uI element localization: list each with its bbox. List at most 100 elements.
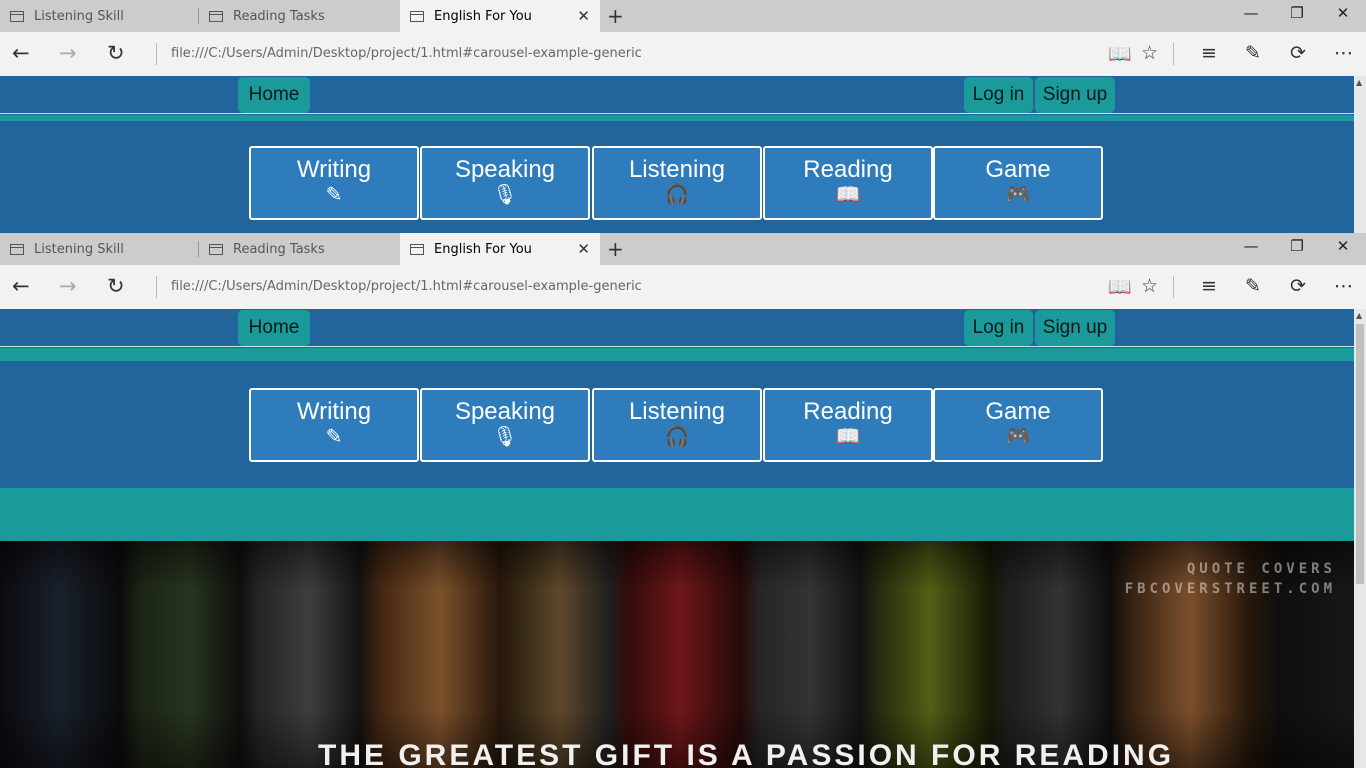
hub-icon[interactable]: ≡ [1201,275,1217,297]
skill-reading-button[interactable]: Reading 📖 [763,388,933,462]
url-field[interactable]: file:///C:/Users/Admin/Desktop/project/1… [171,279,642,294]
web-note-icon[interactable]: ✎ [1245,42,1261,64]
watermark-line: QUOTE COVERS [1186,561,1336,577]
new-tab-icon[interactable]: + [607,4,624,28]
toolbar-divider [1173,43,1174,65]
back-icon[interactable]: ← [12,41,30,65]
home-link[interactable]: Home [238,310,310,346]
close-icon[interactable]: ✕ [1333,237,1353,255]
skill-listening-button[interactable]: Listening 🎧 [592,388,762,462]
tab-listening-skill[interactable]: Listening Skill [0,0,199,32]
gamepad-icon: 🎮 [1005,426,1031,448]
tab-bar: Listening Skill Reading Tasks English Fo… [0,233,1366,265]
signup-link[interactable]: Sign up [1035,310,1115,346]
login-link[interactable]: Log in [964,77,1033,113]
pencil-icon: ✎ [325,426,343,448]
skill-game-button[interactable]: Game 🎮 [933,388,1103,462]
carousel-slide[interactable]: QUOTE COVERS FBCOVERSTREET.COM THE GREAT… [0,541,1354,768]
new-tab-icon[interactable]: + [607,237,624,261]
page-icon [410,243,424,255]
watermark: QUOTE COVERS FBCOVERSTREET.COM [1125,559,1336,599]
favorite-star-icon[interactable]: ☆ [1141,275,1158,297]
share-icon[interactable]: ⟳ [1290,275,1306,297]
reading-view-icon[interactable]: 📖 [1108,275,1132,298]
site-navbar: Home Log in Sign up [0,309,1354,347]
skill-label: Speaking [454,156,556,183]
scroll-up-icon[interactable]: ▲ [1356,311,1362,320]
tab-label: English For You [434,241,532,257]
close-icon[interactable]: ✕ [1333,4,1353,22]
microphone-icon: 🎙 [492,184,518,206]
tab-label: English For You [434,8,532,24]
page-icon [410,10,424,22]
forward-icon[interactable]: → [59,41,77,65]
address-bar: ← → ↻ file:///C:/Users/Admin/Desktop/pro… [0,265,1366,309]
skill-writing-button[interactable]: Writing ✎ [249,388,419,462]
skill-label: Listening [628,398,726,425]
signup-link[interactable]: Sign up [1035,77,1115,113]
headphones-icon: 🎧 [664,184,690,206]
home-link[interactable]: Home [238,77,310,113]
skill-label: Game [985,156,1051,183]
tab-label: Listening Skill [34,8,124,24]
skill-listening-button[interactable]: Listening 🎧 [592,146,762,220]
skill-label: Reading [803,398,893,425]
minimize-icon[interactable]: — [1241,237,1261,255]
teal-divider [0,348,1354,361]
site-navbar: Home Log in Sign up [0,76,1354,114]
watermark-line: FBCOVERSTREET.COM [1124,581,1336,597]
back-icon[interactable]: ← [12,274,30,298]
restore-icon[interactable]: ❐ [1287,4,1307,22]
page-icon [209,10,223,22]
tab-english-for-you[interactable]: English For You ✕ [400,0,600,32]
page-content: Home Log in Sign up Writing ✎ Speaking 🎙… [0,76,1354,233]
browser-window-top: Listening Skill Reading Tasks English Fo… [0,0,1366,233]
skill-reading-button[interactable]: Reading 📖 [763,146,933,220]
tab-close-icon[interactable]: ✕ [577,7,590,25]
favorite-star-icon[interactable]: ☆ [1141,42,1158,64]
address-bar: ← → ↻ file:///C:/Users/Admin/Desktop/pro… [0,32,1366,76]
skill-writing-button[interactable]: Writing ✎ [249,146,419,220]
more-icon[interactable]: ⋯ [1334,42,1353,64]
web-note-icon[interactable]: ✎ [1245,275,1261,297]
page-content: Home Log in Sign up Writing ✎ Speaking 🎙… [0,309,1354,768]
forward-icon[interactable]: → [59,274,77,298]
tab-reading-tasks[interactable]: Reading Tasks [199,0,400,32]
skill-label: Writing [296,156,372,183]
more-icon[interactable]: ⋯ [1334,275,1353,297]
hub-icon[interactable]: ≡ [1201,42,1217,64]
page-scrollbar[interactable]: ▲ [1354,309,1366,768]
tab-label: Listening Skill [34,241,124,257]
book-icon: 📖 [835,426,861,448]
skill-speaking-button[interactable]: Speaking 🎙 [420,146,590,220]
minimize-icon[interactable]: — [1241,4,1261,22]
share-icon[interactable]: ⟳ [1290,42,1306,64]
gamepad-icon: 🎮 [1005,184,1031,206]
toolbar-divider [1173,276,1174,298]
refresh-icon[interactable]: ↻ [107,41,125,65]
restore-icon[interactable]: ❐ [1287,237,1307,255]
refresh-icon[interactable]: ↻ [107,274,125,298]
login-link[interactable]: Log in [964,310,1033,346]
carousel-quote: THE GREATEST GIFT IS A PASSION FOR READI… [318,739,1175,768]
browser-window-bottom: Listening Skill Reading Tasks English Fo… [0,233,1366,768]
teal-divider [0,115,1354,121]
tab-label: Reading Tasks [233,8,325,24]
url-divider [156,43,157,65]
skill-game-button[interactable]: Game 🎮 [933,146,1103,220]
scroll-up-icon[interactable]: ▲ [1356,78,1362,87]
headphones-icon: 🎧 [664,426,690,448]
url-field[interactable]: file:///C:/Users/Admin/Desktop/project/1… [171,46,642,61]
tab-listening-skill[interactable]: Listening Skill [0,233,199,265]
scrollbar-thumb[interactable] [1356,324,1364,584]
tab-reading-tasks[interactable]: Reading Tasks [199,233,400,265]
url-divider [156,276,157,298]
page-scrollbar[interactable]: ▲ [1354,76,1366,233]
reading-view-icon[interactable]: 📖 [1108,42,1132,65]
tab-close-icon[interactable]: ✕ [577,240,590,258]
page-icon [209,243,223,255]
skill-label: Listening [628,156,726,183]
tab-english-for-you[interactable]: English For You ✕ [400,233,600,265]
skill-speaking-button[interactable]: Speaking 🎙 [420,388,590,462]
book-icon: 📖 [835,184,861,206]
